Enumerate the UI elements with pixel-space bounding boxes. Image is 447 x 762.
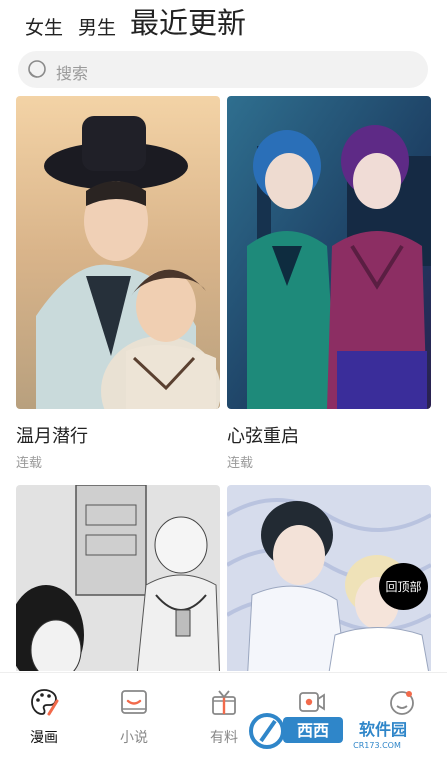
comic-cover-image [227, 96, 431, 409]
comic-status: 连载 [16, 456, 43, 471]
comic-cover-image [16, 485, 220, 671]
nav-label: 有料 [210, 730, 238, 746]
comic-title[interactable]: 心弦重启 [227, 422, 299, 448]
nav-label: 小说 [120, 730, 148, 746]
back-to-top-label: 回顶部 [385, 580, 422, 594]
nav-novels[interactable]: 小说 [104, 687, 164, 747]
comic-status: 连载 [227, 456, 254, 471]
comic-cover[interactable] [16, 96, 220, 409]
category-tabs: 女生 男生 最近更新 [0, 0, 447, 46]
comic-cover[interactable] [227, 96, 431, 409]
search-input[interactable]: 搜索 [56, 60, 88, 84]
comic-card[interactable]: 温月潜行 连载 [16, 96, 220, 471]
comic-cover-image [16, 96, 220, 409]
search-bar[interactable]: 搜索 [18, 51, 428, 88]
watermark-brand-1: 西西 [297, 721, 329, 740]
search-icon [28, 60, 46, 78]
comic-title[interactable]: 温月潜行 [16, 422, 88, 448]
watermark-logo: 西西 软件园 CR173.COM [249, 713, 407, 750]
tab-recent-updates[interactable]: 最近更新 [130, 9, 246, 40]
comic-card[interactable] [16, 485, 220, 671]
tab-male[interactable]: 男生 [78, 19, 116, 40]
gift-icon [212, 690, 236, 715]
nav-label: 漫画 [30, 730, 58, 746]
watermark-brand-2: 软件园 [359, 720, 407, 739]
watermark-url: CR173.COM [353, 741, 401, 750]
palette-icon [31, 689, 59, 716]
book-icon [121, 690, 147, 714]
nav-comics[interactable]: 漫画 [14, 687, 74, 747]
tab-female[interactable]: 女生 [25, 19, 63, 40]
back-to-top-button[interactable]: 回顶部 [379, 563, 428, 610]
nav-featured[interactable]: 有料 [194, 687, 254, 747]
comic-card[interactable]: 心弦重启 连载 [227, 96, 431, 471]
comic-cover[interactable] [16, 485, 220, 671]
